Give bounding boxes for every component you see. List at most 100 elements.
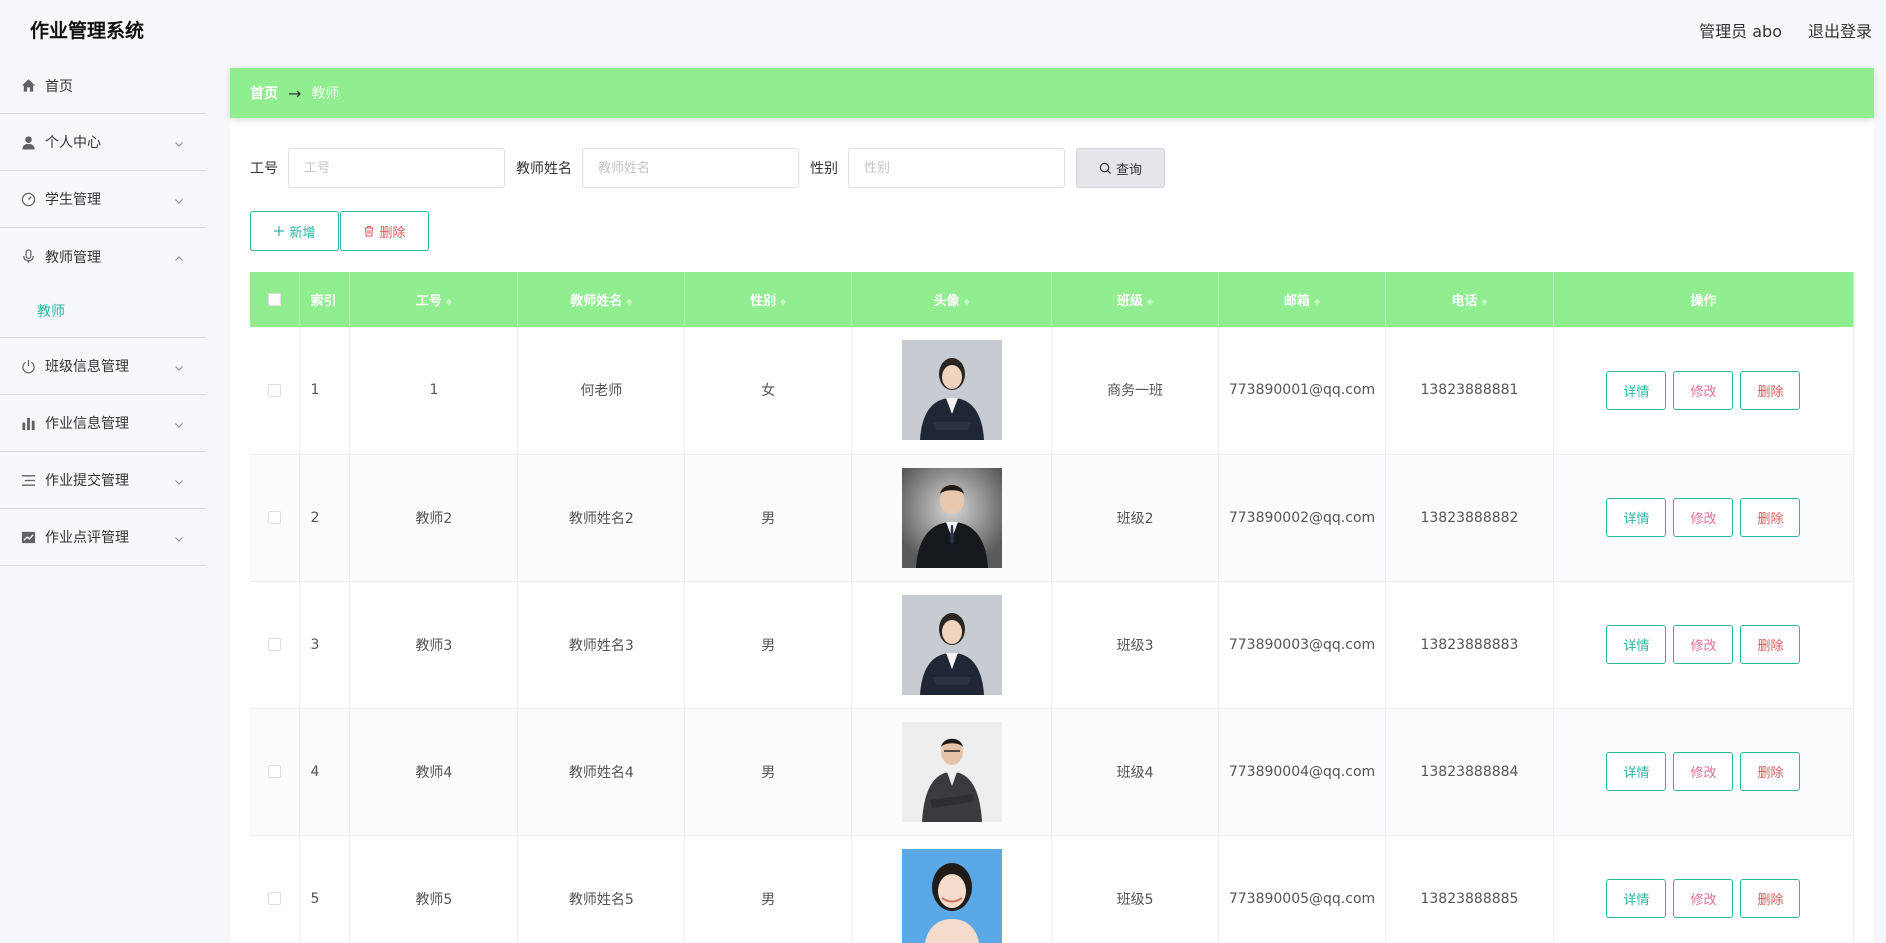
avatar[interactable]	[901, 340, 1002, 441]
logout-link[interactable]: 退出登录	[1808, 18, 1872, 42]
breadcrumb-home[interactable]: 首页	[250, 83, 278, 103]
sidebar-item-homework-submit[interactable]: 作业提交管理	[0, 452, 206, 509]
sidebar: 首页 个人中心 学生管理 教师管理 教师 班级信息管理 作业信息管理 作业提交管…	[0, 58, 206, 566]
cell-class: 班级3	[1051, 581, 1220, 709]
edit-button[interactable]: 修改	[1673, 752, 1734, 791]
cell-index: 2	[299, 454, 351, 582]
sort-icon: ◆	[1481, 297, 1488, 306]
delete-button[interactable]: 删除	[1740, 879, 1801, 918]
table-row: 4 教师4 教师姓名4 男 班级4 773890004@qq.com 13823…	[250, 708, 1855, 836]
delete-button[interactable]: 删除	[1740, 625, 1801, 664]
detail-button[interactable]: 详情	[1606, 498, 1667, 537]
breadcrumb-current: 教师	[311, 86, 340, 102]
cell-ops: 详情 修改 删除	[1553, 454, 1855, 582]
avatar[interactable]	[901, 467, 1002, 568]
add-button[interactable]: 新增	[250, 211, 339, 251]
edit-button[interactable]: 修改	[1673, 370, 1734, 410]
chevron-down-icon	[174, 194, 184, 204]
cell-gender: 男	[684, 835, 853, 943]
cell-ops: 详情 修改 删除	[1553, 327, 1855, 455]
cell-name: 何老师	[517, 327, 686, 455]
column-header-gender[interactable]: 性别 ◆	[684, 272, 853, 327]
column-header-label: 头像	[933, 294, 960, 309]
cell-id: 教师3	[349, 581, 519, 709]
cell-name: 教师姓名4	[517, 708, 686, 836]
search-button[interactable]: 查询	[1076, 148, 1165, 188]
cell-class: 班级5	[1051, 835, 1220, 943]
column-header-class[interactable]: 班级 ◆	[1051, 272, 1220, 327]
batch-delete-button[interactable]: 删除	[340, 211, 429, 251]
cell-avatar	[851, 454, 1053, 582]
sidebar-item-teachers[interactable]: 教师管理	[0, 228, 206, 285]
sort-icon: ◆	[1313, 297, 1321, 306]
column-header-label: 教师姓名	[570, 294, 623, 309]
cell-index: 4	[299, 708, 351, 836]
detail-button[interactable]: 详情	[1606, 752, 1667, 791]
sidebar-item-students[interactable]: 学生管理	[0, 171, 206, 228]
sidebar-item-personal[interactable]: 个人中心	[0, 114, 206, 171]
row-checkbox[interactable]	[268, 638, 282, 651]
row-checkbox[interactable]	[268, 511, 282, 524]
detail-button[interactable]: 详情	[1606, 879, 1667, 918]
edit-button[interactable]: 修改	[1673, 498, 1734, 537]
delete-button[interactable]: 删除	[1740, 370, 1801, 410]
avatar[interactable]	[901, 721, 1002, 822]
column-header-name[interactable]: 教师姓名 ◆	[517, 272, 686, 327]
sidebar-item-home[interactable]: 首页	[0, 58, 206, 114]
cell-gender: 女	[684, 327, 853, 455]
cell-ops: 详情 修改 删除	[1553, 835, 1855, 943]
teacher-name-input[interactable]	[582, 148, 799, 188]
sidebar-group-teachers: 教师管理 教师	[0, 228, 206, 338]
avatar[interactable]	[901, 594, 1002, 695]
sidebar-item-label: 作业信息管理	[45, 416, 129, 432]
edit-button[interactable]: 修改	[1673, 625, 1734, 664]
gauge-icon	[20, 191, 36, 207]
column-header-ops: 操作	[1553, 272, 1855, 327]
delete-button-label: 删除	[379, 225, 406, 241]
column-header-email[interactable]: 邮箱 ◆	[1218, 272, 1386, 327]
sidebar-subitem-teacher[interactable]: 教师	[0, 285, 206, 338]
table-row: 3 教师3 教师姓名3 男 班级3 773890003@qq.com 13823…	[250, 581, 1855, 709]
cell-ops: 详情 修改 删除	[1553, 581, 1855, 709]
detail-button[interactable]: 详情	[1606, 625, 1667, 664]
user-icon	[20, 134, 36, 150]
column-header-avatar[interactable]: 头像 ◆	[851, 272, 1053, 327]
sidebar-item-classes[interactable]: 班级信息管理	[0, 338, 206, 395]
sidebar-item-homework-review[interactable]: 作业点评管理	[0, 509, 206, 566]
table-row: 1 1 何老师 女 商务一班 773890001@qq.com 13823888…	[250, 327, 1855, 455]
sidebar-item-label: 作业提交管理	[45, 473, 129, 489]
delete-button[interactable]: 删除	[1740, 752, 1801, 791]
sidebar-item-label: 班级信息管理	[45, 359, 129, 375]
top-header: 作业管理系统 管理员 abo 退出登录	[0, 0, 1886, 58]
cell-phone: 13823888884	[1385, 708, 1554, 836]
row-checkbox[interactable]	[268, 892, 282, 905]
cell-class: 班级4	[1051, 708, 1220, 836]
column-header-id[interactable]: 工号 ◆	[349, 272, 519, 327]
select-all-checkbox[interactable]	[268, 293, 282, 306]
edit-button[interactable]: 修改	[1673, 879, 1734, 918]
breadcrumb: 首页 → 教师	[230, 68, 1874, 118]
delete-button[interactable]: 删除	[1740, 498, 1801, 537]
column-header-label: 电话	[1451, 294, 1478, 309]
row-checkbox[interactable]	[268, 765, 282, 778]
sort-icon: ◆	[445, 297, 452, 306]
row-checkbox[interactable]	[268, 383, 282, 397]
cell-class: 班级2	[1051, 454, 1220, 582]
cell-index: 5	[299, 835, 351, 943]
sidebar-item-homework-info[interactable]: 作业信息管理	[0, 395, 206, 452]
sidebar-item-label: 作业点评管理	[45, 530, 129, 546]
avatar[interactable]	[901, 848, 1002, 943]
chevron-down-icon	[174, 532, 184, 542]
cell-email: 773890002@qq.com	[1218, 454, 1386, 582]
sidebar-item-label: 教师管理	[45, 249, 101, 266]
microphone-icon	[20, 249, 36, 265]
teacher-id-input[interactable]	[288, 148, 505, 188]
gender-label: 性别	[810, 161, 838, 177]
column-header-label: 班级	[1116, 294, 1143, 309]
table-row: 2 教师2 教师姓名2 男 班级2 773890002@qq.com 13823…	[250, 454, 1855, 582]
plus-icon	[274, 226, 285, 236]
detail-button[interactable]: 详情	[1606, 370, 1667, 410]
gender-input[interactable]	[848, 148, 1065, 188]
action-bar: 新增 删除	[250, 211, 429, 251]
column-header-phone[interactable]: 电话 ◆	[1385, 272, 1554, 327]
